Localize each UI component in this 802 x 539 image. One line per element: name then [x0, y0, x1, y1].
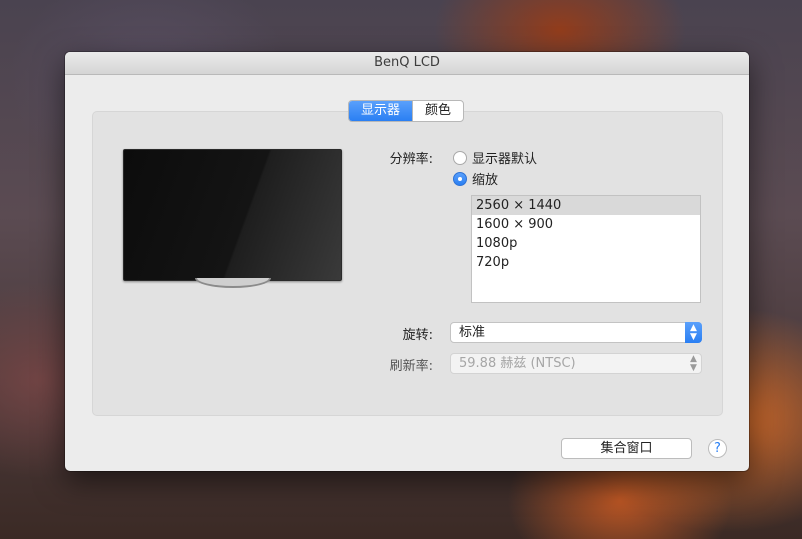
refresh-rate-value: 59.88 赫兹 (NTSC)	[459, 356, 576, 371]
resolution-label: 分辨率:	[389, 152, 433, 167]
resolution-list-item[interactable]: 2560 × 1440	[472, 196, 700, 215]
refresh-rate-label: 刷新率:	[389, 359, 433, 374]
tab-display[interactable]: 显示器	[349, 101, 413, 121]
radio-scaled[interactable]: 缩放	[453, 169, 498, 188]
tab-bar: 显示器 颜色	[348, 100, 465, 122]
rotation-select[interactable]: 标准 ▲ ▼	[450, 322, 702, 343]
display-preferences-window: BenQ LCD 显示器 颜色 分辨率: 显示器默认 缩放 2560 × 144…	[65, 52, 749, 471]
gather-windows-button[interactable]: 集合窗口	[561, 438, 692, 459]
window-title: BenQ LCD	[65, 52, 749, 75]
resolution-list-item[interactable]: 1080p	[472, 234, 700, 253]
refresh-rate-select: 59.88 赫兹 (NTSC) ▲ ▼	[450, 353, 702, 374]
radio-default-label: 显示器默认	[472, 152, 538, 167]
monitor-image	[123, 149, 342, 281]
radio-scaled-label: 缩放	[472, 173, 499, 188]
rotation-label: 旋转:	[402, 328, 433, 343]
radio-default-for-display[interactable]: 显示器默认	[453, 148, 537, 167]
chevron-updown-icon: ▲ ▼	[685, 322, 702, 343]
chevron-updown-icon: ▲ ▼	[690, 353, 697, 373]
tab-color[interactable]: 颜色	[412, 101, 463, 121]
resolution-list[interactable]: 2560 × 1440 1600 × 900 1080p 720p	[471, 195, 701, 303]
radio-button-unchecked[interactable]	[453, 150, 467, 165]
radio-button-checked[interactable]	[453, 171, 467, 186]
help-icon[interactable]: ?	[708, 439, 727, 458]
rotation-value: 标准	[459, 325, 486, 340]
resolution-list-item[interactable]: 1600 × 900	[472, 215, 700, 234]
resolution-list-item[interactable]: 720p	[472, 253, 700, 272]
